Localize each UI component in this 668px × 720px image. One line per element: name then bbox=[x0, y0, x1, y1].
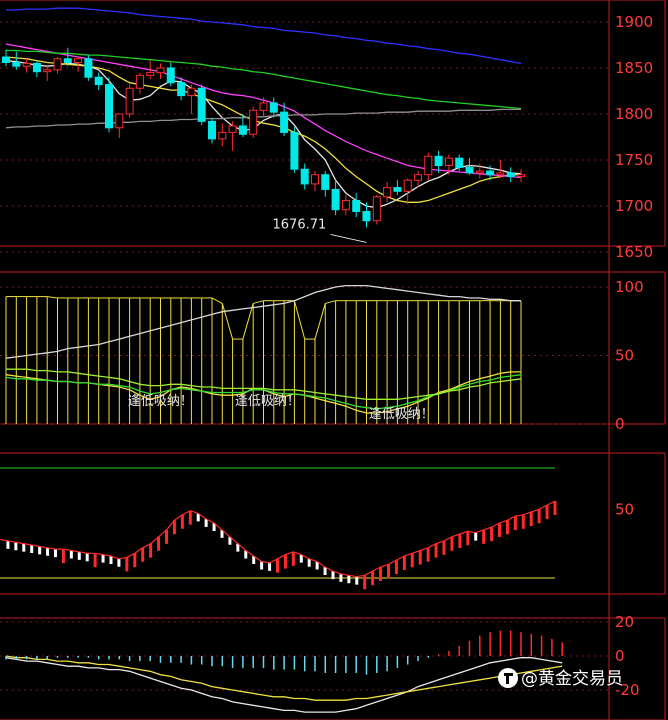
candle-down bbox=[238, 125, 247, 135]
indicator-bar-cap bbox=[47, 296, 58, 299]
candle-up bbox=[218, 131, 227, 140]
candle-up bbox=[424, 155, 433, 176]
candle-down bbox=[12, 61, 21, 67]
oscillator-sticks bbox=[0, 467, 557, 590]
panel-frames bbox=[0, 0, 666, 720]
candle-down bbox=[2, 56, 10, 63]
candle-down bbox=[486, 170, 495, 176]
indicator-bar-cap bbox=[211, 297, 223, 304]
candle-up bbox=[259, 102, 268, 111]
y-tick-label: 20 bbox=[615, 613, 634, 631]
indicator-bar-cap bbox=[314, 303, 326, 340]
candle-down bbox=[269, 102, 278, 113]
y-tick-label: 50 bbox=[615, 347, 634, 365]
candle-up bbox=[74, 58, 83, 63]
watermark: @黄金交易员 bbox=[498, 668, 623, 689]
candle-up bbox=[228, 125, 237, 133]
y-tick-label: 1700 bbox=[615, 197, 653, 215]
toutiao-logo-icon bbox=[498, 668, 518, 688]
ma5-line bbox=[5, 59, 522, 209]
low-price-label: 1676.71 bbox=[273, 217, 327, 232]
low-price-leader-line bbox=[330, 233, 367, 243]
candle-down bbox=[166, 67, 175, 84]
candle-up bbox=[341, 199, 350, 211]
candle-down bbox=[94, 76, 103, 86]
candle-down bbox=[63, 58, 72, 63]
y-tick-label: 1900 bbox=[615, 13, 653, 31]
candle-up bbox=[43, 69, 52, 73]
candle-up bbox=[146, 72, 155, 76]
candle-down bbox=[105, 84, 113, 129]
indicator-bar-cap bbox=[293, 300, 306, 340]
candle-down bbox=[197, 87, 206, 122]
y-tick-label: 100 bbox=[615, 278, 644, 296]
y-tick-label: 1750 bbox=[615, 151, 653, 169]
candle-down bbox=[331, 188, 340, 211]
candle-up bbox=[403, 179, 412, 192]
y-tick-label: 1800 bbox=[615, 105, 653, 123]
indicator-bar-cap bbox=[325, 300, 336, 304]
buy-dip-note: 逢低吸纳！ bbox=[369, 407, 434, 422]
candle-up bbox=[125, 87, 134, 115]
candle-down bbox=[300, 168, 309, 185]
candle-down bbox=[321, 174, 330, 190]
candle-up bbox=[53, 58, 62, 71]
watermark-text: @黄金交易员 bbox=[521, 669, 623, 689]
y-tick-label: 0 bbox=[615, 415, 625, 433]
candle-up bbox=[156, 67, 165, 74]
indicator-bar-cap bbox=[221, 303, 234, 340]
buy-dip-note: 逢低吸纳！ bbox=[235, 394, 300, 409]
indicator-annotations: 逢低吸纳！ 逢低吸纳！ 逢低吸纳！ bbox=[128, 394, 434, 422]
low-price-annotation: 1676.71 bbox=[273, 217, 367, 243]
candle-down bbox=[465, 166, 474, 174]
y-tick-label: 50 bbox=[615, 500, 634, 518]
stock-chart: 19001850180017501700165010050050200-20 1… bbox=[0, 0, 666, 720]
indicator-bar-cap bbox=[253, 300, 264, 304]
ma10-line bbox=[5, 56, 521, 203]
y-tick-label: 1850 bbox=[615, 59, 653, 77]
candle-down bbox=[290, 131, 299, 170]
candle-up bbox=[475, 170, 484, 174]
candle-up bbox=[311, 174, 319, 185]
candle-down bbox=[434, 155, 443, 167]
candle-down bbox=[455, 157, 464, 168]
candle-up bbox=[135, 74, 144, 89]
candle-up bbox=[249, 109, 258, 135]
candle-up bbox=[372, 196, 381, 222]
candle-up bbox=[517, 174, 525, 178]
candle-down bbox=[177, 82, 186, 97]
candle-down bbox=[84, 58, 93, 78]
candle-up bbox=[414, 174, 422, 181]
candle-down bbox=[32, 62, 41, 73]
candle-up bbox=[496, 172, 505, 176]
candle-up bbox=[383, 187, 392, 198]
candle-down bbox=[208, 120, 216, 140]
candle-up bbox=[187, 87, 196, 97]
candle-up bbox=[22, 62, 31, 67]
y-tick-label: 1650 bbox=[615, 243, 653, 261]
candle-up bbox=[444, 157, 453, 167]
candles bbox=[2, 47, 525, 228]
candle-down bbox=[280, 111, 289, 133]
buy-dip-note: 逢低吸纳！ bbox=[128, 394, 193, 409]
candle-down bbox=[393, 187, 402, 192]
candle-down bbox=[506, 172, 515, 178]
candle-down bbox=[352, 199, 361, 213]
candle-up bbox=[115, 113, 124, 129]
y-axis-tick-labels: 19001850180017501700165010050050200-20 bbox=[615, 13, 653, 699]
candle-down bbox=[362, 211, 371, 222]
y-tick-label: 0 bbox=[615, 647, 625, 665]
